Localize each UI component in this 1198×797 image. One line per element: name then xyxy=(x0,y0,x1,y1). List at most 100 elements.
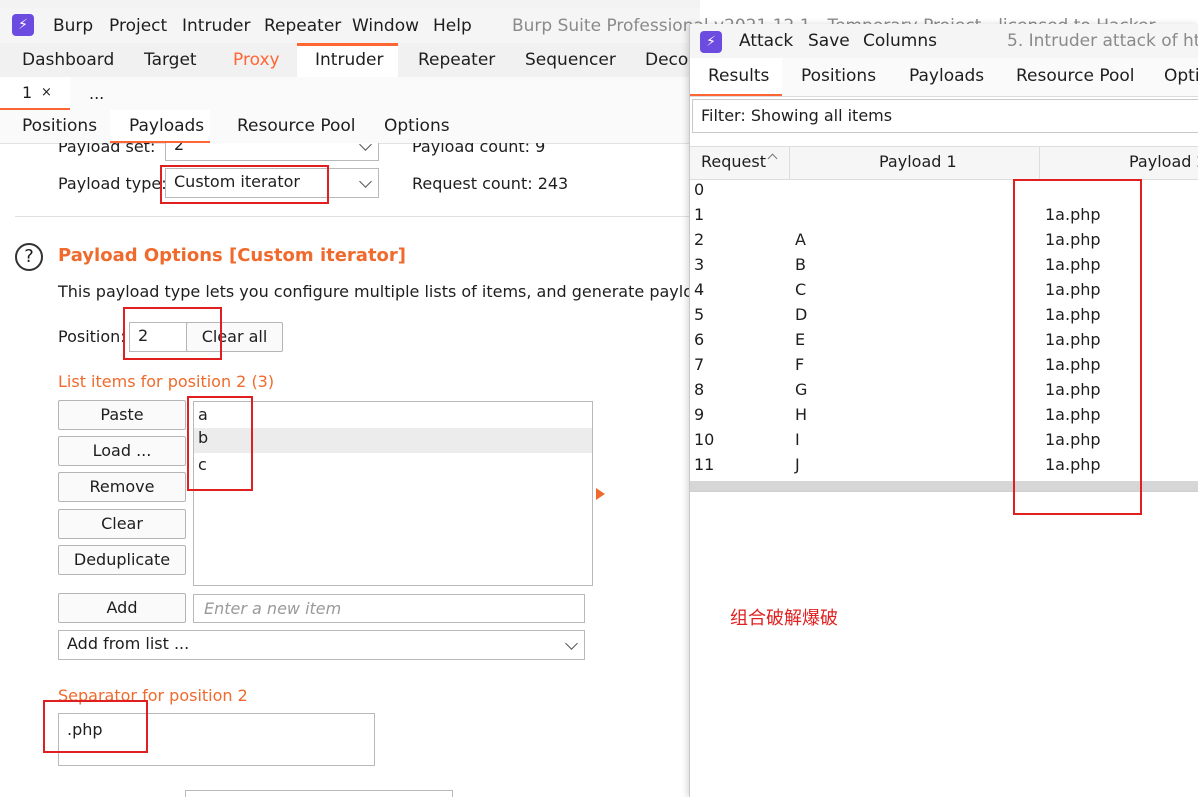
column-payload-1[interactable]: Payload 1 xyxy=(879,152,957,171)
tab-target[interactable]: Target xyxy=(144,50,197,70)
tab-positions[interactable]: Positions xyxy=(801,66,876,86)
payload-set-select[interactable]: 2 xyxy=(165,143,379,161)
burp-logo-icon: ⚡ xyxy=(12,14,34,36)
tab-intruder[interactable]: Intruder xyxy=(315,50,383,70)
cell-request: 11 xyxy=(694,455,715,474)
tab-results[interactable]: Results xyxy=(708,66,769,86)
highlight-box-position xyxy=(123,307,222,360)
tab-payloads[interactable]: Payloads xyxy=(909,66,984,86)
list-items-box[interactable]: a b c xyxy=(193,401,593,586)
help-icon[interactable]: ? xyxy=(15,243,43,271)
menu-columns[interactable]: Columns xyxy=(863,31,937,51)
cell-payload-1: F xyxy=(795,355,805,374)
tab-dashboard[interactable]: Dashboard xyxy=(22,50,114,70)
cell-request: 1 xyxy=(694,205,705,224)
attack-title: 5. Intruder attack of https:// xyxy=(1007,31,1198,51)
cell-payload-1: I xyxy=(795,430,800,449)
highlight-box-payload-type xyxy=(160,165,329,204)
paste-button[interactable]: Paste xyxy=(58,400,186,430)
tab-options[interactable]: Options xyxy=(1164,66,1198,86)
chevron-down-icon xyxy=(359,175,372,188)
cell-payload-1: J xyxy=(795,455,800,474)
tab-resource-pool[interactable]: Resource Pool xyxy=(1016,66,1135,86)
tab-proxy[interactable]: Proxy xyxy=(233,50,280,70)
column-request[interactable]: Request xyxy=(701,152,766,171)
burp-logo-icon: ⚡ xyxy=(700,31,722,53)
payload-type-label: Payload type: xyxy=(58,174,167,193)
add-from-list-select[interactable]: Add from list ... xyxy=(58,630,585,660)
cell-request: 4 xyxy=(694,280,705,299)
instance-tab-label: 1 xyxy=(22,83,33,102)
subtab-resource-pool[interactable]: Resource Pool xyxy=(237,116,356,136)
cell-payload-1: E xyxy=(795,330,806,349)
cell-request: 7 xyxy=(694,355,705,374)
menu-window[interactable]: Window xyxy=(352,16,419,36)
chevron-down-icon xyxy=(359,143,372,151)
position-label: Position: xyxy=(58,327,126,346)
cell-request: 10 xyxy=(694,430,715,449)
intruder-attack-window: ⚡ Attack Save Columns 5. Intruder attack… xyxy=(689,24,1198,797)
list-item-selected[interactable]: b xyxy=(194,428,592,453)
section-title: Payload Options [Custom iterator] xyxy=(58,245,407,266)
cell-payload-1: G xyxy=(795,380,808,399)
list-items-label: List items for position 2 (3) xyxy=(58,372,275,391)
list-item[interactable]: a xyxy=(198,405,590,430)
cell-payload-1: C xyxy=(795,280,807,299)
clear-button[interactable]: Clear xyxy=(58,509,186,539)
tab-repeater[interactable]: Repeater xyxy=(418,50,495,70)
filter-bar[interactable]: Filter: Showing all items xyxy=(692,99,1198,133)
instance-tab-1[interactable]: 1 × xyxy=(0,77,70,110)
highlight-box-list-items xyxy=(187,396,253,491)
highlight-box-separator xyxy=(43,700,148,753)
expand-arrow-icon[interactable] xyxy=(596,488,605,500)
menu-bar: ⚡ Burp Project Intruder Repeater Window … xyxy=(0,8,1155,43)
next-field-partial xyxy=(185,790,453,797)
add-button[interactable]: Add xyxy=(58,593,186,623)
menu-burp[interactable]: Burp xyxy=(53,16,93,36)
add-from-list-label: Add from list ... xyxy=(67,634,190,653)
burp-main-window: ⚡ Burp Project Intruder Repeater Window … xyxy=(0,0,1155,797)
cell-request: 6 xyxy=(694,330,705,349)
subtab-payloads[interactable]: Payloads xyxy=(129,116,204,136)
attack-title-bar: ⚡ Attack Save Columns 5. Intruder attack… xyxy=(690,24,1198,58)
new-item-input[interactable]: Enter a new item xyxy=(193,594,585,623)
instance-tab-bar xyxy=(0,77,700,111)
subtab-positions[interactable]: Positions xyxy=(22,116,97,136)
menu-project[interactable]: Project xyxy=(109,16,167,36)
menu-attack[interactable]: Attack xyxy=(739,31,793,51)
section-description: This payload type lets you configure mul… xyxy=(58,282,700,301)
cell-request: 8 xyxy=(694,380,705,399)
new-tab-button[interactable]: ... xyxy=(89,84,104,103)
cell-request: 3 xyxy=(694,255,705,274)
chevron-down-icon xyxy=(565,637,578,650)
close-icon[interactable]: × xyxy=(41,85,52,100)
column-divider xyxy=(1039,147,1040,179)
payload-set-label: Payload set: xyxy=(58,143,156,156)
deduplicate-button[interactable]: Deduplicate xyxy=(58,545,186,575)
cell-request: 0 xyxy=(694,180,705,199)
menu-intruder[interactable]: Intruder xyxy=(182,16,250,36)
payload-set-value: 2 xyxy=(174,143,185,154)
menu-repeater[interactable]: Repeater xyxy=(264,16,341,36)
cell-payload-1: B xyxy=(795,255,806,274)
menu-help[interactable]: Help xyxy=(433,16,472,36)
cell-request: 9 xyxy=(694,405,705,424)
cell-payload-1: A xyxy=(795,230,806,249)
tab-sequencer[interactable]: Sequencer xyxy=(525,50,616,70)
highlight-box-payload-2 xyxy=(1013,179,1142,515)
column-payload-2[interactable]: Payload 2 xyxy=(1129,152,1198,171)
subtab-options[interactable]: Options xyxy=(384,116,450,136)
cell-payload-1: D xyxy=(795,305,808,324)
list-item[interactable]: c xyxy=(198,455,590,480)
column-divider xyxy=(789,147,790,179)
section-divider xyxy=(15,216,700,217)
remove-button[interactable]: Remove xyxy=(58,472,186,502)
annotation-text: 组合破解爆破 xyxy=(730,608,838,629)
load-button[interactable]: Load ... xyxy=(58,436,186,466)
sort-ascending-icon xyxy=(767,153,778,164)
filter-text: Filter: Showing all items xyxy=(701,106,893,125)
request-count: Request count: 243 xyxy=(412,174,569,193)
menu-save[interactable]: Save xyxy=(808,31,850,51)
results-table-header: Request Payload 1 Payload 2 xyxy=(690,146,1198,180)
new-item-placeholder: Enter a new item xyxy=(204,599,342,618)
